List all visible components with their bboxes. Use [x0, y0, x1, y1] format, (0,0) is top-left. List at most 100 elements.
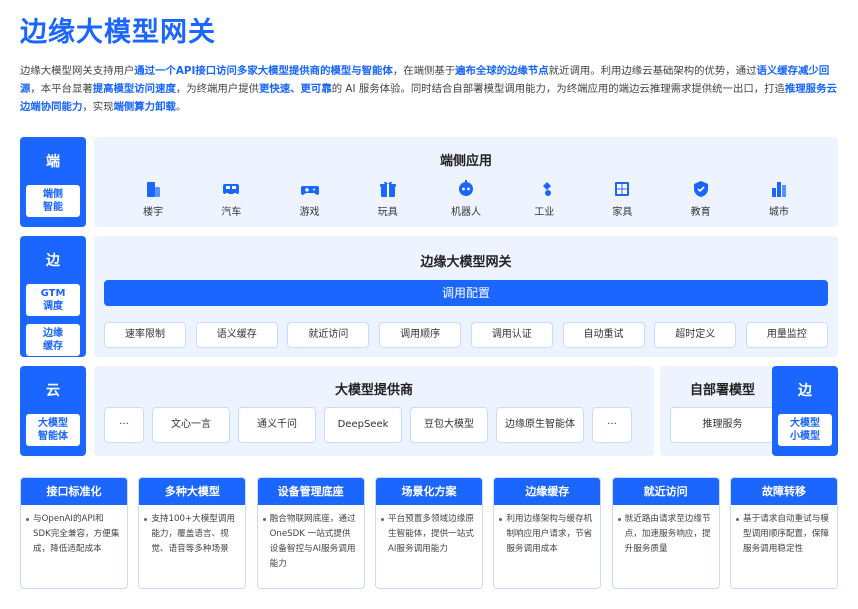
app-label: 家具: [612, 207, 633, 218]
call-config-bar: 调用配置: [104, 280, 828, 306]
gtm-label: GTM 调度: [26, 284, 80, 316]
provider-chip: ···: [592, 407, 632, 443]
intro-text: ，实现: [82, 101, 114, 113]
self-deploy-title: 自部署模型: [689, 383, 755, 398]
gateway-feature-chip: 语义缓存: [195, 322, 278, 348]
intro-highlight: 端侧算力卸载: [113, 101, 176, 113]
building-icon: [147, 182, 161, 197]
provider-chip: 文心一言: [152, 407, 230, 443]
provider-chip: DeepSeek: [324, 407, 402, 443]
gamepad-icon: [300, 186, 319, 195]
feature-card: 多种大模型 支持100+大模型调用能力，覆盖语言、视觉、语音等多种场景: [138, 477, 247, 589]
feature-title: 设备管理底座: [257, 478, 364, 505]
app-item: 教育: [671, 179, 731, 218]
app-label: 机器人: [450, 207, 481, 218]
cloud-sub-label: 大模型 智能体: [26, 414, 80, 446]
app-item: 工业: [514, 179, 574, 218]
robot-icon: [458, 180, 473, 196]
furniture-icon: [615, 182, 630, 196]
provider-chip: 边缘原生智能体: [496, 407, 584, 443]
provider-chip: 豆包大模型: [410, 407, 488, 443]
app-item: 玩具: [358, 179, 418, 218]
intro-highlight: 遍布全球的边缘节点: [455, 65, 549, 77]
feature-card: 设备管理底座 融合物联网底座，通过 OneSDK 一站式提供设备智控与AI服务调用…: [256, 477, 365, 589]
right-edge-sub-label: 大模型 小模型: [778, 414, 832, 446]
gateway-title: 边缘大模型网关: [420, 255, 512, 270]
app-label: 教育: [690, 207, 711, 218]
cloud-label-block: 云 大模型 智能体: [20, 366, 86, 456]
app-label: 玩具: [377, 207, 398, 218]
edge-label-block: 边 GTM 调度 边缘 缓存: [20, 236, 86, 357]
edge-row: 边 GTM 调度 边缘 缓存 边缘大模型网关 调用配置 速率限制 语义缓存 就近访问…: [20, 236, 838, 357]
feature-card: 故障转移 基于请求自动重试与模型调用顺序配置，保障服务调用稳定性: [729, 477, 838, 589]
intro-text: 就近调用。利用边缘云基础架构的优势，通过: [548, 65, 757, 77]
intro-paragraph: 边缘大模型网关支持用户通过一个API接口访问多家大模型提供商的模型与智能体，在端…: [20, 62, 838, 116]
end-apps-panel: 端侧应用 楼宇 汽车 游戏 玩具 机器人 工业 家具 教育 城市: [94, 137, 838, 227]
end-row: 端 端侧 智能 端侧应用 楼宇 汽车 游戏 玩具 机器人 工业 家具 教育 城市: [20, 137, 838, 227]
feature-title: 故障转移: [730, 478, 837, 505]
app-item: 游戏: [280, 179, 340, 218]
intro-text: ，为终端用户提供: [175, 83, 259, 95]
app-item: 家具: [592, 179, 652, 218]
feature-title: 接口标准化: [21, 478, 127, 505]
end-label-block: 端 端侧 智能: [20, 137, 86, 227]
feature-card: 场景化方案 平台预置多领域边缘原生智能体，提供一站式AI服务调用能力: [374, 477, 483, 589]
providers-title: 大模型提供商: [334, 383, 413, 398]
right-edge-label: 边: [798, 383, 812, 399]
feature-title: 边缘缓存: [494, 478, 601, 505]
gateway-feature-chip: 速率限制: [104, 322, 186, 348]
feature-desc: 与OpenAI的API和SDK完全兼容，方便集成，降低适配成本: [21, 505, 127, 557]
inference-service-chip: 推理服务: [670, 407, 775, 443]
intro-text: 的 AI 服务体验。同时结合自部署模型调用能力，为终端应用的端边云推理需求提供统…: [331, 83, 785, 95]
cloud-label: 云: [46, 383, 60, 399]
gateway-panel: 边缘大模型网关 调用配置 速率限制 语义缓存 就近访问 调用顺序 调用认证 自动重试 超时定…: [94, 236, 838, 357]
app-item: 城市: [749, 179, 809, 218]
right-edge-block: 边 大模型 小模型: [772, 366, 838, 456]
city-icon: [771, 182, 786, 197]
end-sub-label: 端侧 智能: [26, 185, 80, 217]
intro-text: ，在端侧基于: [392, 65, 456, 77]
feature-card: 就近访问 就近路由请求至边缘节点，加速服务响应，提升服务质量: [611, 477, 720, 589]
feature-card: 接口标准化 与OpenAI的API和SDK完全兼容，方便集成，降低适配成本: [20, 477, 128, 589]
app-label: 汽车: [221, 207, 242, 218]
gateway-feature-chip: 自动重试: [562, 322, 645, 348]
self-deploy-panel: 自部署模型 推理服务: [660, 366, 785, 456]
intro-text: ，本平台显著: [30, 83, 93, 95]
gateway-feature-chip: 用量监控: [745, 322, 828, 348]
provider-chip: ···: [104, 407, 144, 443]
app-label: 游戏: [299, 207, 320, 218]
gateway-feature-chip: 就近访问: [287, 322, 370, 348]
feature-card: 边缘缓存 利用边缘架构与缓存机制响应用户请求，节省服务调用成本: [493, 477, 602, 589]
intro-text: 。: [175, 101, 187, 113]
feature-desc: 利用边缘架构与缓存机制响应用户请求，节省服务调用成本: [494, 505, 600, 557]
car-icon: [223, 184, 240, 197]
feature-title: 场景化方案: [375, 478, 482, 505]
feature-desc: 基于请求自动重试与模型调用顺序配置，保障服务调用稳定性: [731, 505, 837, 557]
edge-label: 边: [46, 253, 60, 269]
intro-highlight: 通过一个API接口访问多家大模型提供商的模型与智能体: [134, 65, 393, 77]
app-label: 楼宇: [143, 207, 164, 218]
page-title: 边缘大模型网关: [20, 17, 216, 48]
intro-text: 边缘大模型网关支持用户: [20, 65, 135, 77]
end-apps-title: 端侧应用: [439, 154, 492, 169]
end-label: 端: [46, 154, 60, 170]
app-label: 城市: [768, 207, 789, 218]
providers-panel: 大模型提供商 ··· 文心一言 通义千问 DeepSeek 豆包大模型 边缘原生智能体 ··…: [94, 366, 654, 456]
gateway-feature-chip: 调用顺序: [379, 322, 462, 348]
feature-desc: 支持100+大模型调用能力，覆盖语言、视觉、语音等多种场景: [139, 505, 245, 557]
intro-highlight: 提高模型访问速度: [92, 83, 176, 95]
intro-highlight: 更快速、更可靠: [258, 83, 332, 95]
industry-icon: [537, 182, 552, 196]
feature-desc: 融合物联网底座，通过 OneSDK 一站式提供设备智控与AI服务调用能力: [258, 505, 364, 572]
app-item: 汽车: [201, 179, 261, 218]
feature-desc: 就近路由请求至边缘节点，加速服务响应，提升服务质量: [613, 505, 719, 557]
toy-icon: [379, 181, 396, 197]
education-icon: [693, 181, 708, 197]
gateway-feature-chip: 超时定义: [654, 322, 737, 348]
app-item: 楼宇: [123, 179, 183, 218]
feature-title: 多种大模型: [139, 478, 246, 505]
feature-title: 就近访问: [612, 478, 719, 505]
cloud-row: 云 大模型 智能体 大模型提供商 ··· 文心一言 通义千问 DeepSeek 豆包大模…: [20, 366, 838, 456]
app-label: 工业: [534, 207, 555, 218]
edge-cache-label: 边缘 缓存: [26, 324, 80, 356]
